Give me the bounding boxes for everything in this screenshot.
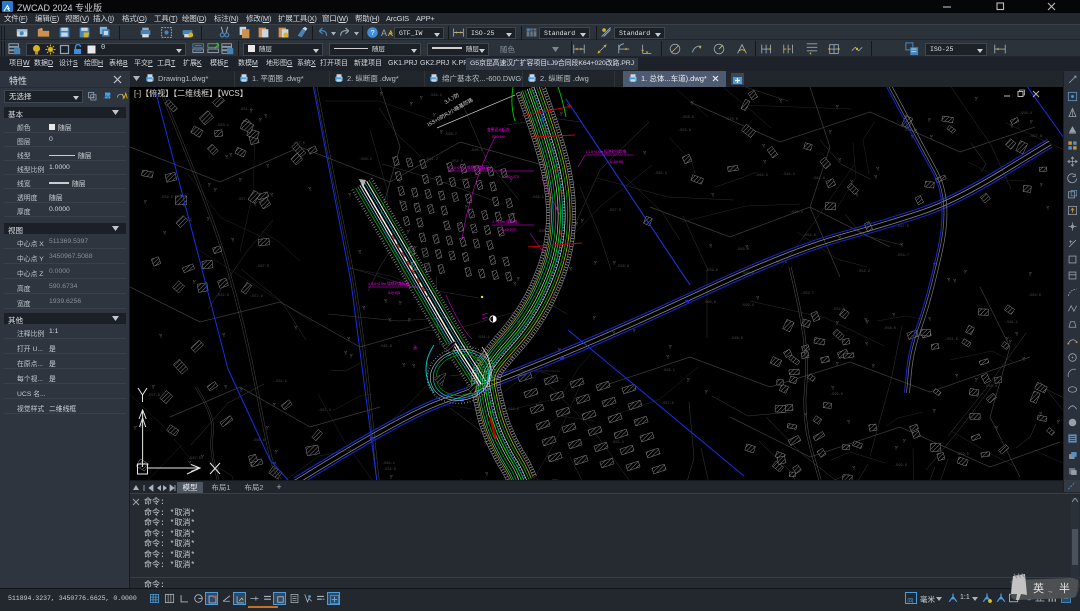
svg-text:-569.0: -569.0: [830, 393, 843, 397]
svg-text:IU2+070: IU2+070: [505, 175, 519, 179]
svg-text:1 +1 0m 排水沟: 1 +1 0m 排水沟: [492, 219, 517, 224]
svg-text:-567.3: -567.3: [318, 409, 331, 413]
svg-text:-570.0: -570.0: [725, 118, 738, 122]
svg-text:-563.2: -563.2: [429, 94, 442, 98]
svg-text:-557.9: -557.9: [147, 394, 160, 398]
svg-text:1 2 0+2 0m 钢筋砼盖板涵: 1 2 0+2 0m 钢筋砼盖板涵: [448, 165, 490, 170]
svg-text:1 1 0+1 0m 现浇砼挡坎墙: 1 1 0+1 0m 现浇砼挡坎墙: [585, 149, 627, 154]
svg-text:-554.8: -554.8: [803, 234, 816, 238]
svg-text:-555.4: -555.4: [611, 441, 624, 445]
svg-text:-558.0: -558.0: [883, 327, 896, 331]
svg-text:-552.7: -552.7: [801, 292, 814, 296]
svg-text:-569.0: -569.0: [730, 337, 743, 341]
svg-text:-560.6: -560.6: [703, 301, 716, 305]
svg-text:IU3+073: IU3+073: [502, 228, 516, 232]
svg-text:-557.5: -557.5: [661, 402, 674, 406]
svg-text:-559.5: -559.5: [160, 196, 173, 200]
svg-text:-567.5: -567.5: [896, 225, 909, 229]
svg-text:-568.7: -568.7: [444, 133, 457, 137]
svg-text:-561.1: -561.1: [1005, 321, 1018, 325]
svg-text:-558.4: -558.4: [984, 385, 997, 389]
svg-text:-551.2: -551.2: [425, 158, 438, 162]
svg-text:-551.6: -551.6: [945, 338, 958, 342]
svg-text:IU(+0)5: IU(+0)5: [388, 291, 400, 295]
svg-text:-559.5: -559.5: [956, 453, 969, 457]
svg-text:-557.6: -557.6: [237, 198, 250, 202]
svg-text:[-]【俯视】【二维线框】【WCS】: [-]【俯视】【二维线框】【WCS】: [134, 88, 248, 98]
svg-text:-562.6: -562.6: [216, 294, 229, 298]
svg-text:回: 回: [907, 598, 913, 606]
svg-text:-559.6: -559.6: [705, 269, 718, 273]
svg-text:变更设计起点: 变更设计起点: [487, 127, 509, 132]
svg-text:涵: 涵: [413, 345, 417, 350]
svg-text:-564.8: -564.8: [1028, 294, 1041, 298]
svg-text:-553.8: -553.8: [678, 129, 691, 133]
svg-text:A: A: [381, 28, 387, 38]
svg-text:-558.9: -558.9: [681, 116, 694, 120]
svg-text:-551.1: -551.1: [274, 380, 287, 384]
svg-text:-557.8: -557.8: [250, 295, 263, 299]
svg-text:-564.3: -564.3: [782, 173, 795, 177]
svg-text:-563.0: -563.0: [736, 248, 749, 252]
svg-text:-557.8: -557.8: [1029, 135, 1042, 139]
svg-text:-554.8: -554.8: [383, 468, 396, 472]
svg-text:-554.9: -554.9: [450, 160, 463, 164]
svg-text:ISK+0t0: ISK+0t0: [492, 135, 505, 139]
svg-text:-569.9: -569.9: [894, 464, 907, 468]
svg-text:半: 半: [1059, 581, 1070, 595]
svg-text:.,: .,: [1048, 587, 1052, 594]
svg-text:-550.2: -550.2: [359, 158, 372, 162]
svg-text:-564.1: -564.1: [382, 462, 395, 466]
svg-text:-569.4: -569.4: [741, 304, 754, 308]
svg-text:-551.4: -551.4: [239, 108, 252, 112]
svg-text:-566.1: -566.1: [531, 196, 544, 200]
svg-text:-565.1: -565.1: [470, 149, 483, 153]
svg-text:-563.1: -563.1: [216, 124, 229, 128]
svg-text:-563.1: -563.1: [662, 369, 675, 373]
svg-text:-567.6: -567.6: [256, 265, 269, 269]
svg-text:?: ?: [370, 28, 374, 37]
svg-text:-552.2: -552.2: [857, 270, 870, 274]
svg-text:-561.1: -561.1: [477, 336, 490, 340]
svg-text:3人7防: 3人7防: [443, 91, 461, 106]
svg-text:ILJ4+56: ILJ4+56: [610, 160, 623, 164]
svg-text:英: 英: [1033, 581, 1044, 595]
svg-text:-560.4: -560.4: [790, 211, 803, 215]
svg-text:-562.8: -562.8: [812, 177, 825, 181]
svg-text:-562.6: -562.6: [506, 408, 519, 412]
svg-text:-553.7: -553.7: [896, 254, 909, 258]
svg-text:-560.6: -560.6: [252, 439, 265, 443]
svg-text:-558.9: -558.9: [616, 265, 629, 269]
svg-text:-565.3: -565.3: [654, 172, 667, 176]
svg-text:-567.5: -567.5: [188, 457, 201, 461]
svg-text:-564.3: -564.3: [755, 174, 768, 178]
svg-text:-557.6: -557.6: [608, 209, 621, 213]
svg-text:-556.4: -556.4: [1019, 112, 1032, 116]
svg-text:1 3.3+2 0m 锚喷砼盖板涵: 1 3.3+2 0m 锚喷砼盖板涵: [368, 281, 410, 286]
svg-text:-565.9: -565.9: [379, 345, 392, 349]
